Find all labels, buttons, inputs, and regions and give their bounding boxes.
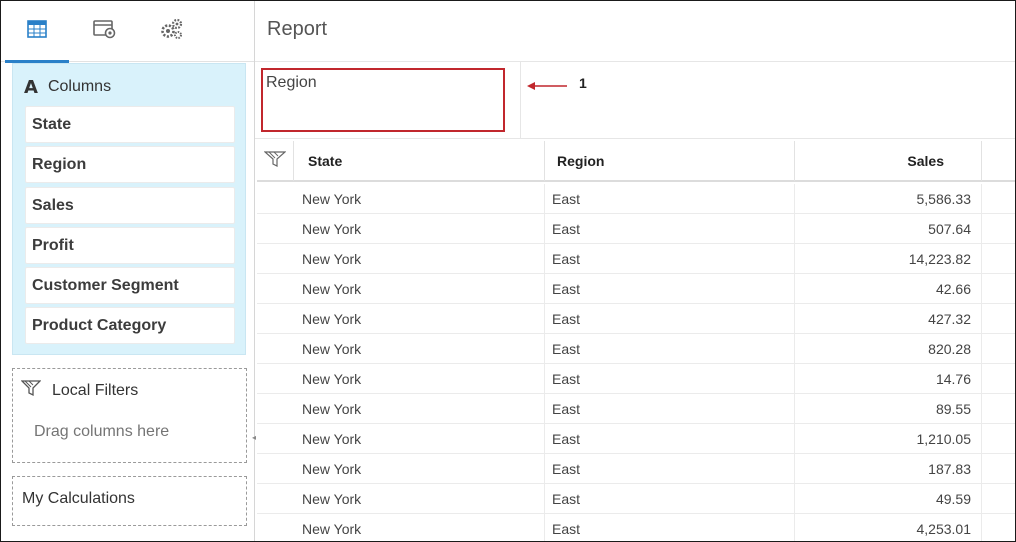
cell-region: East (545, 214, 795, 243)
cell-state: New York (294, 334, 545, 363)
local-filters-label: Local Filters (52, 381, 139, 399)
gears-icon (160, 18, 184, 45)
cell-region: East (545, 514, 795, 541)
column-header-sales[interactable]: Sales (795, 141, 982, 181)
table-icon (27, 20, 47, 43)
cell-sales: 4,253.01 (795, 514, 982, 541)
cell-state: New York (294, 424, 545, 453)
properties-tab[interactable] (73, 1, 137, 62)
table-row[interactable]: New York East 1,210.05 (257, 424, 1015, 454)
region-group-dropzone[interactable]: Region (261, 68, 505, 132)
cell-sales: 42.66 (795, 274, 982, 303)
cell-sales: 820.28 (795, 334, 982, 363)
table-row[interactable]: New York East 49.59 (257, 484, 1015, 514)
cell-region: East (545, 424, 795, 453)
cell-region: East (545, 364, 795, 393)
column-item-profit[interactable]: Profit (25, 227, 235, 264)
cell-sales: 49.59 (795, 484, 982, 513)
column-header-region[interactable]: Region (545, 141, 795, 181)
cell-region: East (545, 304, 795, 333)
local-filters-dropzone[interactable]: Local Filters Drag columns here (12, 368, 247, 463)
table-view-tab[interactable] (5, 1, 69, 63)
table-row[interactable]: New York East 5,586.33 (257, 184, 1015, 214)
cell-sales: 427.32 (795, 304, 982, 333)
cell-state: New York (294, 514, 545, 541)
grid-top-divider (255, 138, 1015, 139)
cell-state: New York (294, 244, 545, 273)
table-row[interactable]: New York East 820.28 (257, 334, 1015, 364)
cell-sales: 507.64 (795, 214, 982, 243)
cell-region: East (545, 274, 795, 303)
cell-extra (982, 514, 1015, 541)
cell-sales: 89.55 (795, 394, 982, 423)
table-row[interactable]: New York East 89.55 (257, 394, 1015, 424)
cell-extra (982, 454, 1015, 483)
cell-state: New York (294, 454, 545, 483)
columns-header: A Columns (24, 75, 111, 99)
cell-state: New York (294, 484, 545, 513)
cell-sales: 1,210.05 (795, 424, 982, 453)
cell-extra (982, 364, 1015, 393)
column-item-region[interactable]: Region (25, 146, 235, 183)
column-item-product-category[interactable]: Product Category (25, 307, 235, 344)
column-item-sales[interactable]: Sales (25, 187, 235, 224)
cell-region: East (545, 454, 795, 483)
table-row[interactable]: New York East 14.76 (257, 364, 1015, 394)
cell-extra (982, 334, 1015, 363)
table-row[interactable]: New York East 427.32 (257, 304, 1015, 334)
cell-sales: 5,586.33 (795, 184, 982, 213)
cell-sales: 14.76 (795, 364, 982, 393)
panel-tabs (1, 1, 254, 63)
cell-state: New York (294, 364, 545, 393)
cell-extra (982, 274, 1015, 303)
cell-state: New York (294, 274, 545, 303)
cell-state: New York (294, 184, 545, 213)
cell-state: New York (294, 394, 545, 423)
text-column-icon: A (24, 76, 38, 98)
cell-state: New York (294, 304, 545, 333)
filter-icon (20, 379, 52, 402)
callout-arrow (526, 79, 568, 97)
my-calculations-label: My Calculations (22, 490, 135, 507)
grid-header: State Region Sales (257, 141, 1015, 182)
cell-extra (982, 304, 1015, 333)
cell-extra (982, 184, 1015, 213)
filter-icon (263, 150, 287, 173)
cell-region: East (545, 484, 795, 513)
cell-extra (982, 424, 1015, 453)
cell-sales: 187.83 (795, 454, 982, 483)
column-header-state[interactable]: State (294, 141, 545, 181)
table-row[interactable]: New York East 507.64 (257, 214, 1015, 244)
table-row[interactable]: New York East 4,253.01 (257, 514, 1015, 541)
table-row[interactable]: New York East 187.83 (257, 454, 1015, 484)
left-panel: A Columns State Region Sales Profit Cust… (1, 1, 255, 541)
cell-state: New York (294, 214, 545, 243)
cell-sales: 14,223.82 (795, 244, 982, 273)
column-header-extra (982, 141, 1015, 181)
table-row[interactable]: New York East 42.66 (257, 274, 1015, 304)
report-builder-window: A Columns State Region Sales Profit Cust… (0, 0, 1016, 542)
local-filters-header: Local Filters (20, 379, 139, 402)
column-item-customer-segment[interactable]: Customer Segment (25, 267, 235, 304)
my-calculations-section[interactable]: My Calculations (12, 476, 247, 526)
cell-extra (982, 244, 1015, 273)
columns-title: Columns (47, 78, 112, 95)
cell-region: East (545, 394, 795, 423)
settings-tab[interactable] (140, 1, 204, 62)
page-title: Report (267, 18, 328, 40)
grid-filter-button[interactable] (257, 141, 294, 181)
cell-extra (982, 394, 1015, 423)
local-filters-placeholder: Drag columns here (34, 423, 170, 440)
columns-panel: A Columns State Region Sales Profit Cust… (12, 63, 246, 355)
cell-region: East (545, 244, 795, 273)
cell-region: East (545, 334, 795, 363)
cell-region: East (545, 184, 795, 213)
window-gear-icon (93, 19, 117, 44)
column-item-state[interactable]: State (25, 106, 235, 143)
table-row[interactable]: New York East 14,223.82 (257, 244, 1015, 274)
cell-extra (982, 484, 1015, 513)
region-group-label: Region (266, 74, 317, 91)
cell-extra (982, 214, 1015, 243)
callout-number: 1 (579, 75, 587, 91)
